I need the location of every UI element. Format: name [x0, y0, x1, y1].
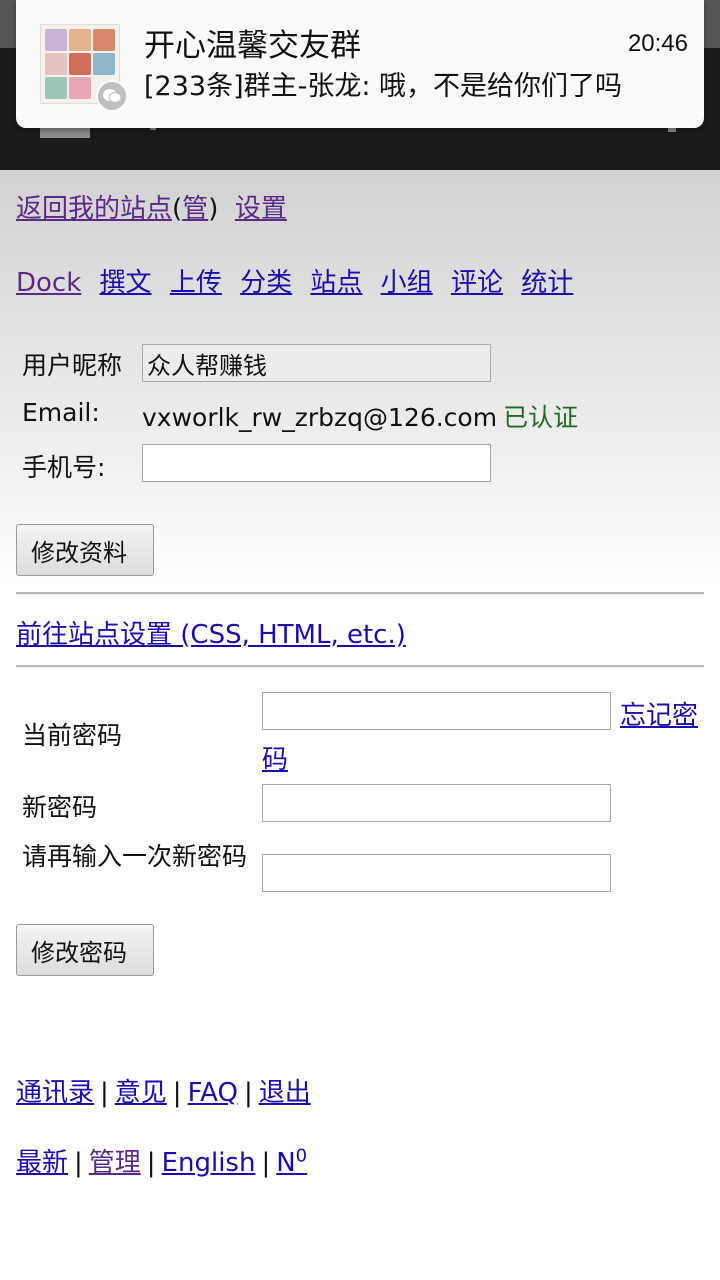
- notification-title: 开心温馨交友群: [144, 28, 361, 64]
- footer-links-2: 最新 | 管理 | English | N0: [16, 1145, 308, 1178]
- wechat-icon: [96, 80, 128, 112]
- current-password-label: 当前密码: [22, 721, 123, 750]
- notification-message: [233条]群主-张龙: 哦，不是给你们了吗: [144, 71, 623, 102]
- site-settings-link[interactable]: 前往站点设置 (CSS, HTML, etc.): [16, 620, 406, 650]
- nav-stats[interactable]: 统计: [521, 268, 573, 298]
- manage-link[interactable]: 管理: [89, 1148, 141, 1178]
- manage-site-link[interactable]: 管: [182, 194, 208, 224]
- phone-field[interactable]: [142, 444, 491, 482]
- email-label: Email:: [22, 398, 100, 427]
- new-password-field[interactable]: [262, 784, 611, 822]
- n0-sup: 0: [295, 1145, 308, 1167]
- nav-site[interactable]: 站点: [310, 268, 362, 298]
- nav-group[interactable]: 小组: [381, 268, 433, 298]
- new-password-label: 新密码: [22, 793, 98, 822]
- phone-label: 手机号:: [22, 453, 106, 482]
- notification-time: 20:46: [627, 30, 688, 57]
- email-value: vxworlk_rw_zrbzq@126.com: [142, 403, 498, 432]
- settings-page: 返回我的站点(管) 设置 Dock 撰文 上传 分类 站点 小组 评论 统计 用…: [0, 170, 720, 1280]
- divider: [16, 592, 704, 595]
- nickname-field[interactable]: [142, 344, 491, 382]
- settings-link[interactable]: 设置: [235, 194, 287, 224]
- main-nav: Dock 撰文 上传 分类 站点 小组 评论 统计: [16, 262, 583, 299]
- nav-write[interactable]: 撰文: [100, 268, 152, 298]
- paren-close: ): [208, 194, 219, 224]
- feedback-link[interactable]: 意见: [115, 1078, 167, 1108]
- footer-links: 通讯录 | 意见 | FAQ | 退出: [16, 1078, 311, 1108]
- top-links: 返回我的站点(管) 设置: [16, 188, 287, 225]
- n0-base: N: [276, 1148, 296, 1178]
- nav-dock[interactable]: Dock: [16, 268, 81, 298]
- site-settings-row: 前往站点设置 (CSS, HTML, etc.): [16, 614, 406, 651]
- confirm-password-field[interactable]: [262, 854, 611, 892]
- divider: [16, 665, 704, 668]
- faq-link[interactable]: FAQ: [188, 1078, 238, 1108]
- confirm-password-label: 请再输入一次新密码: [22, 842, 248, 871]
- contacts-link[interactable]: 通讯录: [16, 1078, 94, 1108]
- n0-link[interactable]: N0: [276, 1145, 308, 1178]
- logout-link[interactable]: 退出: [259, 1078, 311, 1108]
- nickname-label: 用户昵称: [22, 351, 123, 380]
- nav-upload[interactable]: 上传: [170, 268, 222, 298]
- english-link[interactable]: English: [162, 1148, 256, 1178]
- nav-category[interactable]: 分类: [240, 268, 292, 298]
- notification-card[interactable]: 开心温馨交友群 20:46 [233条]群主-张龙: 哦，不是给你们了吗: [16, 0, 704, 128]
- change-password-button[interactable]: 修改密码: [16, 924, 154, 976]
- update-profile-button[interactable]: 修改资料: [16, 524, 154, 576]
- latest-link[interactable]: 最新: [16, 1148, 68, 1178]
- forgot-password-link[interactable]: 忘记密码: [262, 694, 702, 782]
- verified-badge: 已认证: [503, 403, 579, 432]
- paren-open: (: [172, 194, 183, 224]
- nav-comments[interactable]: 评论: [451, 268, 503, 298]
- email-value-row: vxworlk_rw_zrbzq@126.com 已认证: [142, 398, 578, 434]
- back-to-site-link[interactable]: 返回我的站点: [16, 194, 172, 224]
